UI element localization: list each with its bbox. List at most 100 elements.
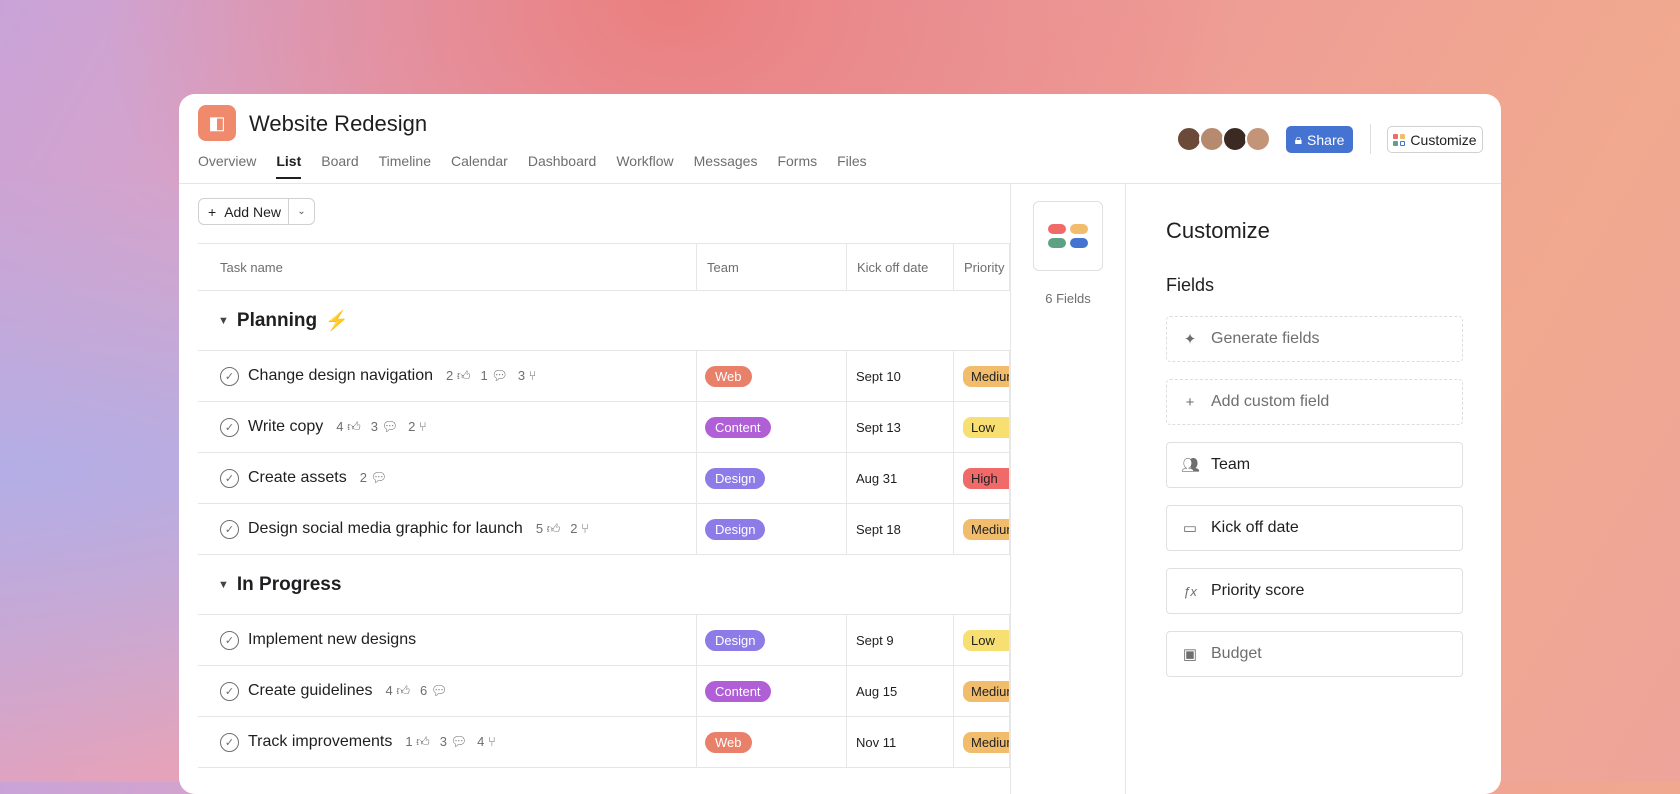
task-name[interactable]: Write copy [248, 418, 323, 436]
team-pill[interactable]: Design [705, 467, 766, 489]
tab-files[interactable]: Files [837, 153, 867, 179]
kick-off-date-cell[interactable]: Aug 31 [847, 453, 954, 503]
tab-timeline[interactable]: Timeline [379, 153, 431, 179]
kick-off-date-cell[interactable]: Aug 15 [847, 666, 954, 716]
priority-cell[interactable]: Medium [954, 351, 1010, 401]
team-cell[interactable]: Content [697, 666, 847, 716]
sparkle-icon: ✦ [1183, 331, 1197, 348]
team-cell[interactable]: Web [697, 717, 847, 767]
field-generate-fields[interactable]: ✦ Generate fields [1166, 316, 1463, 362]
team-cell[interactable]: Design [697, 453, 847, 503]
priority-cell[interactable]: High [954, 453, 1010, 503]
check-circle-icon[interactable]: ✓ [220, 732, 239, 752]
field-add-custom-field[interactable]: + Add custom field [1166, 379, 1463, 425]
team-pill[interactable]: Content [705, 416, 771, 438]
task-cell[interactable]: ✓ Create guidelines 4 👍︎ 6 💬︎ [198, 666, 697, 716]
priority-cell[interactable]: Medium [954, 504, 1010, 554]
team-pill[interactable]: Web [705, 365, 752, 387]
check-circle-icon[interactable]: ✓ [220, 630, 239, 650]
task-cell[interactable]: ✓ Implement new designs [198, 615, 697, 665]
table-row[interactable]: ✓ Create assets 2 💬︎ Design Aug 31 High [198, 453, 1010, 504]
task-name[interactable]: Implement new designs [248, 631, 416, 649]
team-pill[interactable]: Web [705, 731, 752, 753]
check-circle-icon[interactable]: ✓ [220, 468, 239, 488]
team-cell[interactable]: Content [697, 402, 847, 452]
table-row[interactable]: ✓ Write copy 4 👍︎ 3 💬︎ 2 ⑂ Content Sept 13 Low [198, 402, 1010, 453]
section-header[interactable]: ▼ In Progress [198, 555, 1010, 615]
team-cell[interactable]: Web [697, 351, 847, 401]
share-button[interactable]: 🔒︎ Share [1286, 126, 1353, 153]
team-cell[interactable]: Design [697, 615, 847, 665]
task-cell[interactable]: ✓ Change design navigation 2 👍︎ 1 💬︎ 3 ⑂ [198, 351, 697, 401]
field-team[interactable]: 👥︎ Team [1166, 442, 1463, 488]
priority-pill[interactable]: Medium [963, 680, 1009, 702]
priority-pill[interactable]: Medium [963, 365, 1009, 387]
caret-down-icon[interactable]: ▼ [218, 315, 229, 327]
priority-pill[interactable]: Low [963, 416, 1009, 438]
caret-down-icon[interactable]: ▼ [218, 579, 229, 591]
task-cell[interactable]: ✓ Create assets 2 💬︎ [198, 453, 697, 503]
kick-off-date-cell[interactable]: Nov 11 [847, 717, 954, 767]
task-meta: 5 👍︎ 2 ⑂ [536, 521, 589, 537]
subtasks-count: 2 ⑂ [408, 419, 427, 435]
kick-off-date-cell[interactable]: Sept 18 [847, 504, 954, 554]
tab-board[interactable]: Board [321, 153, 358, 179]
table-row[interactable]: ✓ Implement new designs Design Sept 9 Low [198, 615, 1010, 666]
team-cell[interactable]: Design [697, 504, 847, 554]
task-name[interactable]: Design social media graphic for launch [248, 520, 523, 538]
column-header-team[interactable]: Team [697, 244, 847, 290]
task-table: Task name Team Kick off date Priority ▼ P… [198, 243, 1010, 768]
column-header-priority[interactable]: Priority [954, 244, 1010, 290]
priority-cell[interactable]: Medium [954, 717, 1010, 767]
check-circle-icon[interactable]: ✓ [220, 519, 239, 539]
kick-off-date-cell[interactable]: Sept 10 [847, 351, 954, 401]
table-row[interactable]: ✓ Track improvements 1 👍︎ 3 💬︎ 4 ⑂ Web Nov 11 M… [198, 717, 1010, 768]
task-cell[interactable]: ✓ Track improvements 1 👍︎ 3 💬︎ 4 ⑂ [198, 717, 697, 767]
member-avatars[interactable] [1176, 126, 1271, 152]
likes-value: 5 [535, 521, 544, 536]
field-kick-off-date[interactable]: ▭ Kick off date [1166, 505, 1463, 551]
customize-label: Customize [1410, 131, 1477, 148]
tab-overview[interactable]: Overview [198, 153, 256, 179]
field-priority-score[interactable]: ƒx Priority score [1166, 568, 1463, 614]
table-row[interactable]: ✓ Design social media graphic for launch 5… [198, 504, 1010, 555]
tab-forms[interactable]: Forms [777, 153, 817, 179]
check-circle-icon[interactable]: ✓ [220, 366, 239, 386]
task-cell[interactable]: ✓ Design social media graphic for launch 5… [198, 504, 697, 554]
table-row[interactable]: ✓ Create guidelines 4 👍︎ 6 💬︎ Content Aug 15 M… [198, 666, 1010, 717]
tab-messages[interactable]: Messages [694, 153, 758, 179]
chevron-down-icon[interactable]: ⌄ [289, 199, 314, 224]
priority-cell[interactable]: Medium [954, 666, 1010, 716]
kick-off-date-cell[interactable]: Sept 9 [847, 615, 954, 665]
tab-calendar[interactable]: Calendar [451, 153, 508, 179]
task-name[interactable]: Change design navigation [248, 367, 433, 385]
section-header[interactable]: ▼ Planning ⚡ [198, 291, 1010, 351]
priority-cell[interactable]: Low [954, 402, 1010, 452]
team-pill[interactable]: Design [705, 518, 766, 540]
check-circle-icon[interactable]: ✓ [220, 417, 239, 437]
priority-pill[interactable]: Low [963, 629, 1009, 651]
task-cell[interactable]: ✓ Write copy 4 👍︎ 3 💬︎ 2 ⑂ [198, 402, 697, 452]
table-row[interactable]: ✓ Change design navigation 2 👍︎ 1 💬︎ 3 ⑂ Web S… [198, 351, 1010, 402]
add-new-button[interactable]: + Add New [199, 199, 289, 224]
task-name[interactable]: Create guidelines [248, 682, 373, 700]
tab-dashboard[interactable]: Dashboard [528, 153, 597, 179]
avatar[interactable] [1245, 126, 1271, 152]
priority-cell[interactable]: Low [954, 615, 1010, 665]
tab-workflow[interactable]: Workflow [616, 153, 673, 179]
fields-icon[interactable] [1033, 201, 1103, 271]
kick-off-date-cell[interactable]: Sept 13 [847, 402, 954, 452]
task-name[interactable]: Track improvements [248, 733, 392, 751]
team-pill[interactable]: Design [705, 629, 766, 651]
priority-pill[interactable]: Medium [963, 518, 1009, 540]
priority-pill[interactable]: Medium [963, 731, 1009, 753]
customize-button[interactable]: Customize [1387, 126, 1483, 153]
tab-list[interactable]: List [276, 153, 301, 179]
field-budget[interactable]: ▣ Budget [1166, 631, 1463, 677]
column-header-task-name[interactable]: Task name [198, 244, 697, 290]
column-header-kick-off-date[interactable]: Kick off date [847, 244, 954, 290]
team-pill[interactable]: Content [705, 680, 771, 702]
check-circle-icon[interactable]: ✓ [220, 681, 239, 701]
priority-pill[interactable]: High [963, 467, 1009, 489]
task-name[interactable]: Create assets [248, 469, 347, 487]
